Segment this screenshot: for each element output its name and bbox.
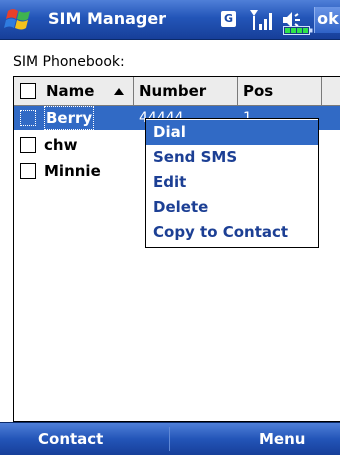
menu-item-dial[interactable]: Dial [146,120,318,145]
contact-name: chw [44,136,78,154]
column-header-name[interactable]: Name [14,77,134,105]
softkey-menu[interactable]: Menu [259,423,305,455]
network-g-badge: G [221,11,236,27]
section-label: SIM Phonebook: [13,54,125,70]
title-bar: SIM Manager G ok [0,0,340,40]
battery-icon [283,26,313,35]
ok-button[interactable]: ok [314,7,340,33]
row-checkbox[interactable] [20,163,36,179]
column-header-number[interactable]: Number [134,77,238,105]
sort-ascending-icon [114,88,124,95]
row-checkbox[interactable] [20,110,36,126]
signal-icon[interactable] [248,7,276,33]
column-label-name: Name [46,82,95,100]
menu-item-copy-to-contact[interactable]: Copy to Contact [146,220,318,245]
column-header-pos[interactable]: Pos [238,77,322,105]
softkey-bar: Contact Menu [0,422,340,455]
menu-item-send-sms[interactable]: Send SMS [146,145,318,170]
list-header: Name Number Pos [14,77,340,106]
contact-name: Berry [44,106,95,130]
menu-item-edit[interactable]: Edit [146,170,318,195]
app-title: SIM Manager [48,9,167,28]
context-menu: Dial Send SMS Edit Delete Copy to Contac… [145,118,319,248]
row-checkbox[interactable] [20,137,36,153]
menu-item-delete[interactable]: Delete [146,195,318,220]
windows-start-icon[interactable] [4,5,34,33]
select-all-checkbox[interactable] [20,83,36,99]
softkey-divider [169,427,170,451]
contact-name: Minnie [44,162,101,180]
column-header-spacer [322,77,340,105]
softkey-contact[interactable]: Contact [38,423,103,455]
